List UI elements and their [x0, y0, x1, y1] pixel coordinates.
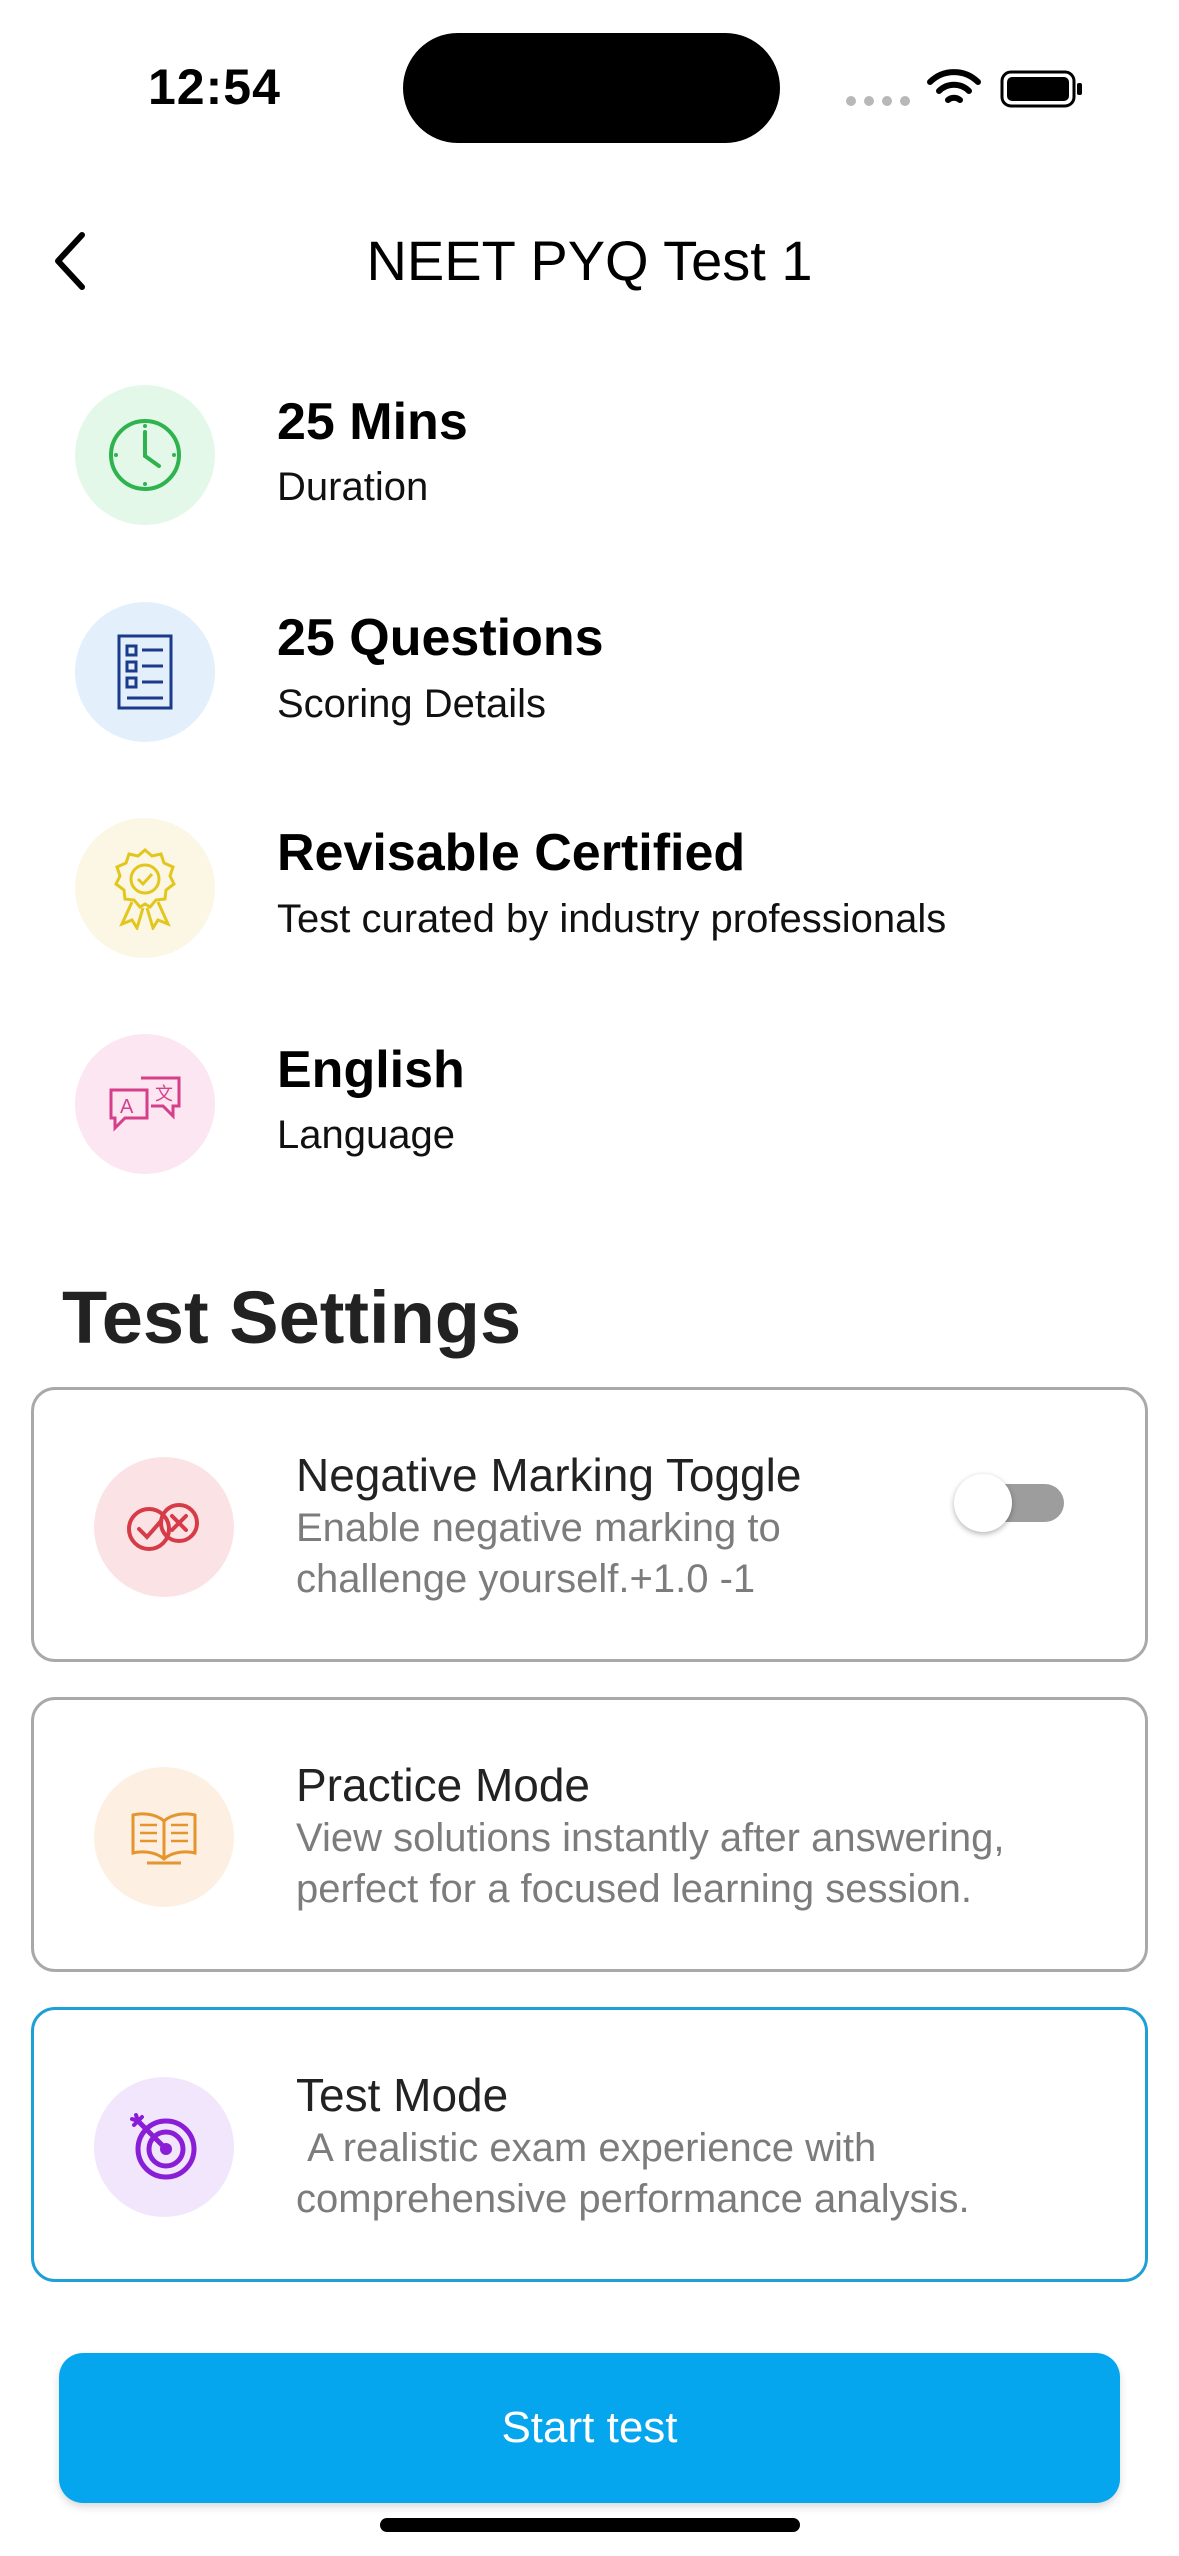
clock-icon	[109, 419, 181, 491]
start-test-button[interactable]: Start test	[59, 2353, 1120, 2503]
target-icon	[130, 2113, 197, 2180]
wifi-icon	[927, 69, 981, 103]
questions-label: Scoring Details	[277, 682, 547, 726]
check-cross-icon	[127, 1503, 199, 1551]
test-mode-description: A realistic exam experience with compreh…	[296, 2126, 970, 2221]
award-badge-icon	[114, 848, 176, 930]
open-book-icon	[131, 1812, 197, 1865]
toggle-knob	[954, 1474, 1012, 1532]
language-value: English	[277, 1041, 465, 1099]
practice-mode-card[interactable]: Practice Mode View solutions instantly a…	[31, 1697, 1148, 1972]
dynamic-island	[403, 33, 780, 143]
svg-text:A: A	[120, 1096, 134, 1118]
practice-mode-title: Practice Mode	[296, 1759, 591, 1811]
test-mode-icon-circle	[94, 2077, 234, 2217]
negative-marking-icon-circle	[94, 1457, 234, 1597]
negative-marking-card: Negative Marking Toggle Enable negative …	[31, 1387, 1148, 1662]
battery-icon	[1000, 70, 1082, 108]
duration-label: Duration	[277, 465, 429, 509]
duration-icon-circle	[75, 385, 215, 525]
test-mode-title: Test Mode	[296, 2069, 509, 2121]
practice-mode-icon-circle	[94, 1767, 234, 1907]
translate-icon: A 文	[109, 1076, 181, 1132]
practice-mode-description: View solutions instantly after answering…	[296, 1816, 1005, 1911]
home-indicator	[380, 2518, 800, 2532]
svg-text:文: 文	[155, 1084, 173, 1105]
certified-label: Test curated by industry professionals	[277, 897, 947, 941]
page-title: NEET PYQ Test 1	[366, 229, 813, 292]
signal-dots-icon	[846, 96, 910, 106]
settings-section-title: Test Settings	[62, 1276, 522, 1359]
language-icon-circle: A 文	[75, 1034, 215, 1174]
test-mode-card[interactable]: Test Mode A realistic exam experience wi…	[31, 2007, 1148, 2282]
questions-value: 25 Questions	[277, 609, 604, 667]
checklist-icon	[117, 634, 173, 710]
duration-value: 25 Mins	[277, 393, 468, 451]
certified-icon-circle	[75, 818, 215, 958]
certified-value: Revisable Certified	[277, 824, 746, 882]
negative-marking-toggle[interactable]	[954, 1474, 1064, 1532]
status-time: 12:54	[148, 59, 281, 115]
questions-icon-circle	[75, 602, 215, 742]
negative-marking-title: Negative Marking Toggle	[296, 1449, 802, 1501]
language-label: Language	[277, 1113, 455, 1157]
